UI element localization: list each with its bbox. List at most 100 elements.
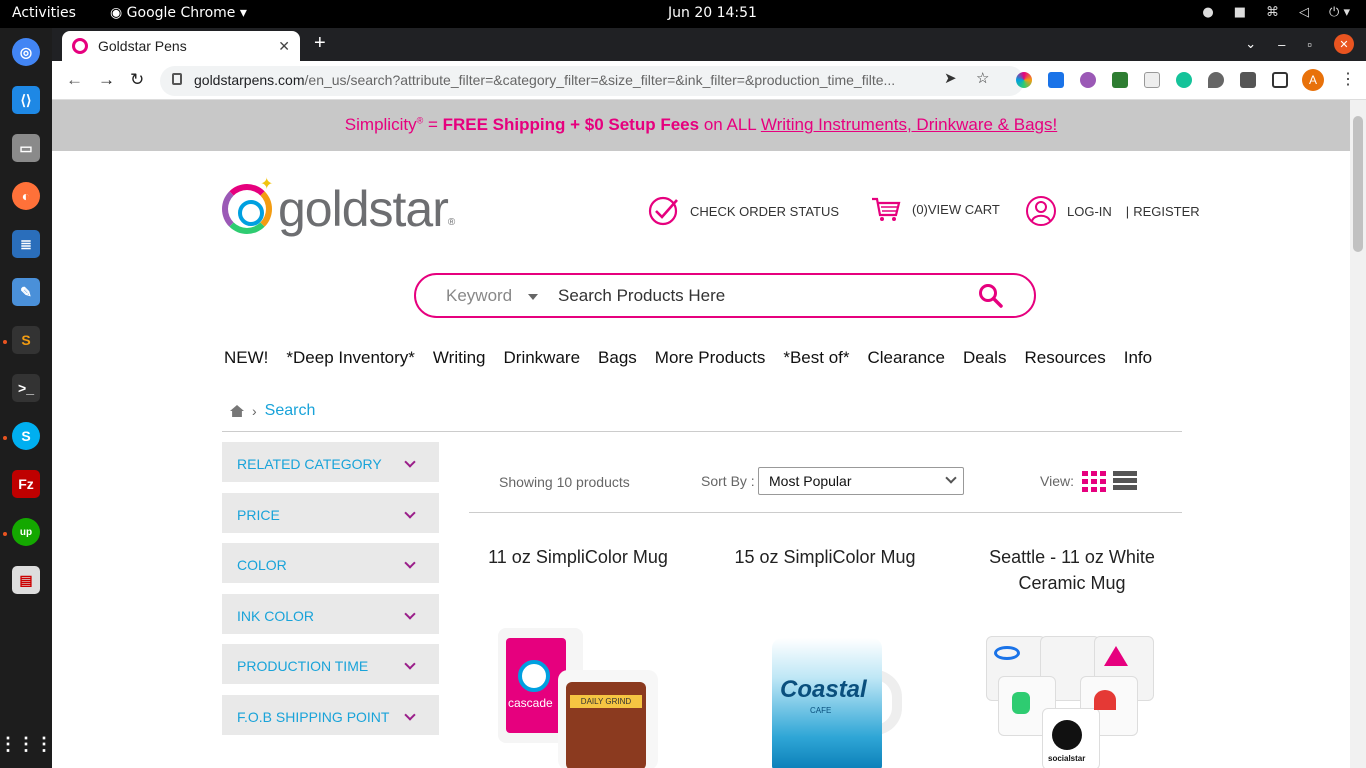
ruler-extension-icon[interactable] [1112, 72, 1128, 88]
divider [469, 512, 1182, 513]
filter-production-time[interactable]: PRODUCTION TIME [222, 644, 439, 684]
maximize-button[interactable]: ▫ [1307, 37, 1312, 52]
files-dock-icon[interactable]: ▭ [12, 134, 40, 162]
vscode-dock-icon[interactable]: ⟨⟩ [12, 86, 40, 114]
menu-item-clearance[interactable]: Clearance [868, 348, 946, 368]
page-content: Simplicity ® = FREE Shipping + $0 Setup F… [52, 100, 1350, 768]
sublime-dock-icon[interactable]: S [12, 326, 40, 354]
product-title[interactable]: Seattle - 11 oz White Ceramic Mug [962, 544, 1182, 596]
download-extension-icon[interactable] [1048, 72, 1064, 88]
forward-button[interactable]: → [98, 70, 115, 90]
product-title[interactable]: 11 oz SimpliColor Mug [468, 544, 688, 570]
check-order-status-link[interactable]: CHECK ORDER STATUS [648, 195, 839, 227]
mug-brand-text: cascade [508, 696, 553, 710]
color-picker-extension-icon[interactable] [1016, 72, 1032, 88]
mug-brand-subtext: CAFE [810, 706, 832, 715]
menu-item-bags[interactable]: Bags [598, 348, 637, 368]
product-image-simplicolor-15oz[interactable]: Coastal CAFE [762, 610, 962, 768]
menu-item-more-products[interactable]: More Products [655, 348, 766, 368]
send-icon[interactable]: ➤ [944, 69, 957, 87]
app-menu[interactable]: ◉ Google Chrome ▾ [110, 5, 247, 21]
promo-banner: Simplicity® = FREE Shipping + $0 Setup F… [52, 100, 1350, 151]
menu-item-deep-inventory[interactable]: *Deep Inventory* [286, 348, 415, 368]
product-title[interactable]: 15 oz SimpliColor Mug [715, 544, 935, 570]
search-input[interactable] [558, 283, 958, 309]
browser-tab[interactable]: Goldstar Pens ✕ [62, 31, 300, 61]
close-tab-icon[interactable]: ✕ [278, 38, 290, 55]
search-type-select[interactable]: Keyword [446, 286, 512, 306]
address-bar[interactable]: goldstarpens.com/en_us/search?attribute_… [160, 66, 1024, 96]
firefox-dock-icon[interactable]: ◐ [12, 182, 40, 210]
volume-icon[interactable]: ◁ [1299, 5, 1309, 20]
main-menu: NEW! *Deep Inventory* Writing Drinkware … [224, 348, 1170, 368]
register-link[interactable]: REGISTER [1133, 204, 1199, 219]
filter-price[interactable]: PRICE [222, 493, 439, 533]
sort-select[interactable]: Most Popular [758, 467, 964, 495]
extensions-puzzle-icon[interactable] [1240, 72, 1256, 88]
goldstar-logo[interactable]: ✦ goldstar ® [222, 176, 455, 238]
promo-link[interactable]: Writing Instruments, Drinkware & Bags! [761, 115, 1057, 134]
close-window-button[interactable]: ✕ [1334, 34, 1354, 54]
network-icon[interactable]: ⌘ [1266, 5, 1279, 20]
filter-related-category[interactable]: RELATED CATEGORY [222, 442, 439, 482]
document-viewer-dock-icon[interactable]: ▤ [12, 566, 40, 594]
menu-item-info[interactable]: Info [1124, 348, 1152, 368]
grammarly-extension-icon[interactable] [1176, 72, 1192, 88]
system-tray[interactable]: ● ■ ⌘ ◁ ⏻ ▾ [1202, 5, 1350, 20]
filter-label: PRODUCTION TIME [237, 658, 369, 674]
chrome-dock-icon[interactable]: ◎ [12, 38, 40, 66]
writer-dock-icon[interactable]: ≣ [12, 230, 40, 258]
view-label: View: [1040, 473, 1074, 489]
side-panel-icon[interactable] [1272, 72, 1288, 88]
product-image-seattle-11oz[interactable]: socialstar [984, 610, 1184, 768]
terminal-dock-icon[interactable]: >_ [12, 374, 40, 402]
tab-search-icon[interactable]: ⌄ [1245, 36, 1256, 52]
url-path: /en_us/search?attribute_filter=&category… [304, 72, 896, 88]
menu-item-new[interactable]: NEW! [224, 348, 268, 368]
upwork-dock-icon[interactable]: up [12, 518, 40, 546]
filezilla-dock-icon[interactable]: Fz [12, 470, 40, 498]
grid-view-icon[interactable] [1082, 471, 1106, 492]
filter-label: RELATED CATEGORY [237, 456, 382, 472]
view-cart-link[interactable]: (0)VIEW CART [870, 195, 1000, 223]
promo-eq: = [423, 115, 443, 134]
menu-item-drinkware[interactable]: Drinkware [504, 348, 581, 368]
shield-tray-icon[interactable]: ■ [1234, 5, 1246, 20]
search-icon[interactable] [978, 283, 1004, 309]
scrollbar-thumb[interactable] [1353, 116, 1363, 252]
login-link[interactable]: LOG-IN [1067, 204, 1112, 219]
home-icon[interactable] [230, 405, 244, 417]
text-editor-dock-icon[interactable]: ✎ [12, 278, 40, 306]
chevron-down-icon [404, 456, 416, 468]
profile-avatar[interactable]: A [1302, 69, 1324, 91]
show-apps-icon[interactable]: ⋮⋮⋮ [0, 730, 53, 758]
reload-button[interactable]: ↻ [130, 70, 144, 90]
chrome-menu-icon[interactable]: ⋮ [1340, 69, 1356, 89]
new-tab-button[interactable]: + [314, 32, 326, 55]
promo-on-all: on ALL [699, 115, 761, 134]
clock[interactable]: Jun 20 14:51 [668, 5, 757, 21]
breadcrumb-current[interactable]: Search [265, 402, 316, 420]
upwork-tray-icon[interactable]: ● [1202, 5, 1213, 20]
back-button[interactable]: ← [66, 70, 83, 90]
chevron-down-icon[interactable] [528, 294, 538, 300]
skype-dock-icon[interactable]: S [12, 422, 40, 450]
filter-ink-color[interactable]: INK COLOR [222, 594, 439, 634]
menu-item-deals[interactable]: Deals [963, 348, 1006, 368]
product-image-simplicolor-11oz[interactable]: cascade DAILY GRIND [488, 610, 688, 768]
menu-item-writing[interactable]: Writing [433, 348, 486, 368]
filter-fob-shipping-point[interactable]: F.O.B SHIPPING POINT [222, 695, 439, 735]
menu-item-resources[interactable]: Resources [1024, 348, 1105, 368]
power-icon[interactable]: ⏻ ▾ [1329, 5, 1350, 20]
page-scrollbar[interactable] [1350, 100, 1366, 768]
filter-color[interactable]: COLOR [222, 543, 439, 583]
location-extension-icon[interactable] [1208, 72, 1224, 88]
activities-button[interactable]: Activities [12, 5, 76, 21]
menu-item-best-of[interactable]: *Best of* [783, 348, 849, 368]
chevron-down-icon [404, 709, 416, 721]
bookmark-star-icon[interactable]: ☆ [976, 69, 989, 87]
extension-icon[interactable] [1080, 72, 1096, 88]
list-view-icon[interactable] [1113, 471, 1137, 491]
minimize-button[interactable]: – [1278, 37, 1285, 52]
translate-extension-icon[interactable] [1144, 72, 1160, 88]
